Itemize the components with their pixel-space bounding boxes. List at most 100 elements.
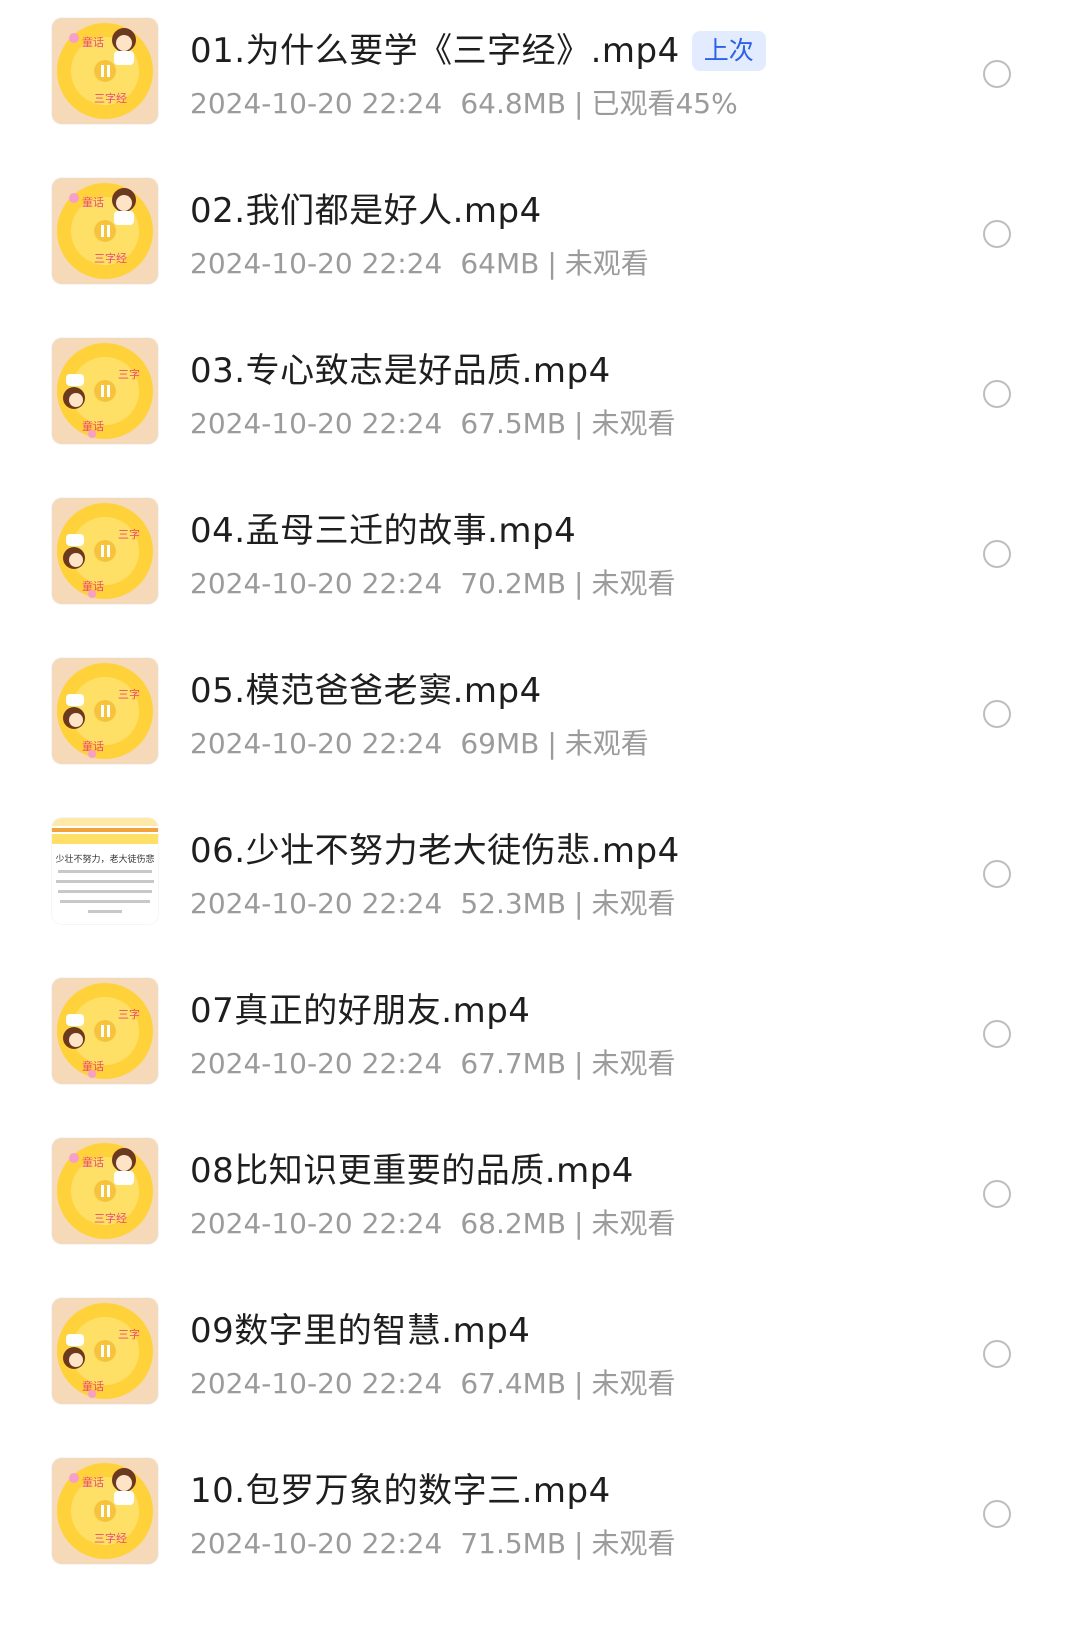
video-thumbnail: 童话 三字经 (52, 1138, 158, 1244)
video-thumbnail: 童话 三字经 (52, 1458, 158, 1564)
video-meta: 2024-10-20 22:24 67.7MB | 未观看 (190, 1042, 676, 1086)
select-radio[interactable] (983, 700, 1011, 728)
watch-status: 未观看 (591, 567, 676, 600)
video-size: 67.5MB (460, 407, 567, 440)
video-date: 2024-10-20 22:24 (190, 567, 443, 600)
video-thumbnail: 三字 童话 (52, 338, 158, 444)
video-thumbnail: 少壮不努力，老大徒伤悲 (52, 818, 158, 924)
video-thumbnail: 童话 三字经 (52, 18, 158, 124)
video-thumbnail: 童话 三字经 (52, 178, 158, 284)
video-thumbnail: 三字 童话 (52, 498, 158, 604)
video-title: 07真正的好朋友.mp4 (190, 991, 531, 1031)
meta-separator: | (574, 1207, 584, 1240)
video-title: 09数字里的智慧.mp4 (190, 1311, 531, 1351)
select-radio[interactable] (983, 380, 1011, 408)
svg-text:三字: 三字 (118, 527, 140, 541)
video-size: 67.7MB (460, 1047, 567, 1080)
video-title: 10.包罗万象的数字三.mp4 (190, 1471, 611, 1511)
video-date: 2024-10-20 22:24 (190, 887, 443, 920)
svg-text:三字: 三字 (118, 367, 140, 381)
select-radio[interactable] (983, 1020, 1011, 1048)
video-date: 2024-10-20 22:24 (190, 407, 443, 440)
select-radio[interactable] (983, 1500, 1011, 1528)
video-title: 04.孟母三迁的故事.mp4 (190, 511, 577, 551)
meta-separator: | (547, 727, 557, 760)
meta-separator: | (574, 887, 584, 920)
video-date: 2024-10-20 22:24 (190, 87, 443, 120)
svg-text:童话: 童话 (82, 1155, 104, 1169)
video-date: 2024-10-20 22:24 (190, 1527, 443, 1560)
select-radio[interactable] (983, 1340, 1011, 1368)
video-size: 69MB (460, 727, 540, 760)
select-radio[interactable] (983, 220, 1011, 248)
list-item[interactable]: 三字 童话 04.孟母三迁的故事.mp4 2024-10-20 22:24 70.… (0, 486, 1080, 654)
svg-text:三字: 三字 (118, 1007, 140, 1021)
video-size: 70.2MB (460, 567, 567, 600)
svg-text:童话: 童话 (82, 1475, 104, 1489)
video-meta: 2024-10-20 22:24 52.3MB | 未观看 (190, 882, 676, 926)
svg-text:三字经: 三字经 (94, 91, 127, 105)
watch-status: 未观看 (564, 727, 649, 760)
watch-status: 未观看 (591, 1207, 676, 1240)
select-radio[interactable] (983, 60, 1011, 88)
watch-status: 未观看 (564, 247, 649, 280)
svg-text:童话: 童话 (82, 35, 104, 49)
list-item[interactable]: 三字 童话 07真正的好朋友.mp4 2024-10-20 22:24 67.7M… (0, 966, 1080, 1134)
video-meta: 2024-10-20 22:24 64.8MB | 已观看45% (190, 82, 738, 126)
meta-separator: | (574, 1367, 584, 1400)
video-date: 2024-10-20 22:24 (190, 1207, 443, 1240)
video-meta: 2024-10-20 22:24 68.2MB | 未观看 (190, 1202, 676, 1246)
video-date: 2024-10-20 22:24 (190, 1367, 443, 1400)
video-thumbnail: 三字 童话 (52, 978, 158, 1084)
list-item[interactable]: 童话 三字经 02.我们都是好人.mp4 2024-10-20 22:24 64M… (0, 166, 1080, 334)
video-size: 68.2MB (460, 1207, 567, 1240)
watch-status: 已观看45% (591, 87, 738, 120)
svg-text:童话: 童话 (82, 195, 104, 209)
video-thumbnail: 三字 童话 (52, 1298, 158, 1404)
video-thumbnail: 三字 童话 (52, 658, 158, 764)
list-item[interactable]: 童话 三字经 01.为什么要学《三字经》.mp4 上次 2024-10-20 2… (0, 6, 1080, 174)
video-title: 02.我们都是好人.mp4 (190, 191, 542, 231)
video-title: 06.少壮不努力老大徒伤悲.mp4 (190, 831, 680, 871)
video-size: 64MB (460, 247, 540, 280)
svg-text:三字经: 三字经 (94, 251, 127, 265)
video-meta: 2024-10-20 22:24 67.5MB | 未观看 (190, 402, 676, 446)
list-item[interactable]: 三字 童话 05.模范爸爸老窦.mp4 2024-10-20 22:24 69MB… (0, 646, 1080, 814)
select-radio[interactable] (983, 540, 1011, 568)
video-size: 67.4MB (460, 1367, 567, 1400)
video-meta: 2024-10-20 22:24 67.4MB | 未观看 (190, 1362, 676, 1406)
video-file-list: 童话 三字经 01.为什么要学《三字经》.mp4 上次 2024-10-20 2… (0, 0, 1080, 1645)
video-title: 08比知识更重要的品质.mp4 (190, 1151, 634, 1191)
watch-status: 未观看 (591, 407, 676, 440)
svg-text:三字: 三字 (118, 1327, 140, 1341)
select-radio[interactable] (983, 860, 1011, 888)
list-item[interactable]: 童话 三字经 08比知识更重要的品质.mp4 2024-10-20 22:24 6… (0, 1126, 1080, 1294)
meta-separator: | (574, 1527, 584, 1560)
video-size: 71.5MB (460, 1527, 567, 1560)
select-radio[interactable] (983, 1180, 1011, 1208)
thumb-caption: 少壮不努力，老大徒伤悲 (55, 853, 154, 865)
video-size: 52.3MB (460, 887, 567, 920)
meta-separator: | (574, 407, 584, 440)
svg-text:三字经: 三字经 (94, 1211, 127, 1225)
list-item[interactable]: 童话 三字经 10.包罗万象的数字三.mp4 2024-10-20 22:24 7… (0, 1446, 1080, 1614)
last-watched-badge: 上次 (691, 31, 766, 71)
meta-separator: | (574, 567, 584, 600)
video-meta: 2024-10-20 22:24 64MB | 未观看 (190, 242, 649, 286)
list-item[interactable]: 少壮不努力，老大徒伤悲 06.少壮不努力老大徒伤悲.mp4 2024-10-20… (0, 806, 1080, 974)
video-meta: 2024-10-20 22:24 71.5MB | 未观看 (190, 1522, 676, 1566)
video-title: 03.专心致志是好品质.mp4 (190, 351, 611, 391)
list-item[interactable]: 三字 童话 03.专心致志是好品质.mp4 2024-10-20 22:24 67… (0, 326, 1080, 494)
meta-separator: | (574, 87, 584, 120)
watch-status: 未观看 (591, 887, 676, 920)
video-title: 05.模范爸爸老窦.mp4 (190, 671, 542, 711)
video-meta: 2024-10-20 22:24 69MB | 未观看 (190, 722, 649, 766)
svg-text:三字经: 三字经 (94, 1531, 127, 1545)
watch-status: 未观看 (591, 1527, 676, 1560)
video-meta: 2024-10-20 22:24 70.2MB | 未观看 (190, 562, 676, 606)
watch-status: 未观看 (591, 1047, 676, 1080)
svg-text:三字: 三字 (118, 687, 140, 701)
video-date: 2024-10-20 22:24 (190, 727, 443, 760)
list-item[interactable]: 三字 童话 09数字里的智慧.mp4 2024-10-20 22:24 67.4M… (0, 1286, 1080, 1454)
video-title: 01.为什么要学《三字经》.mp4 (190, 31, 680, 71)
